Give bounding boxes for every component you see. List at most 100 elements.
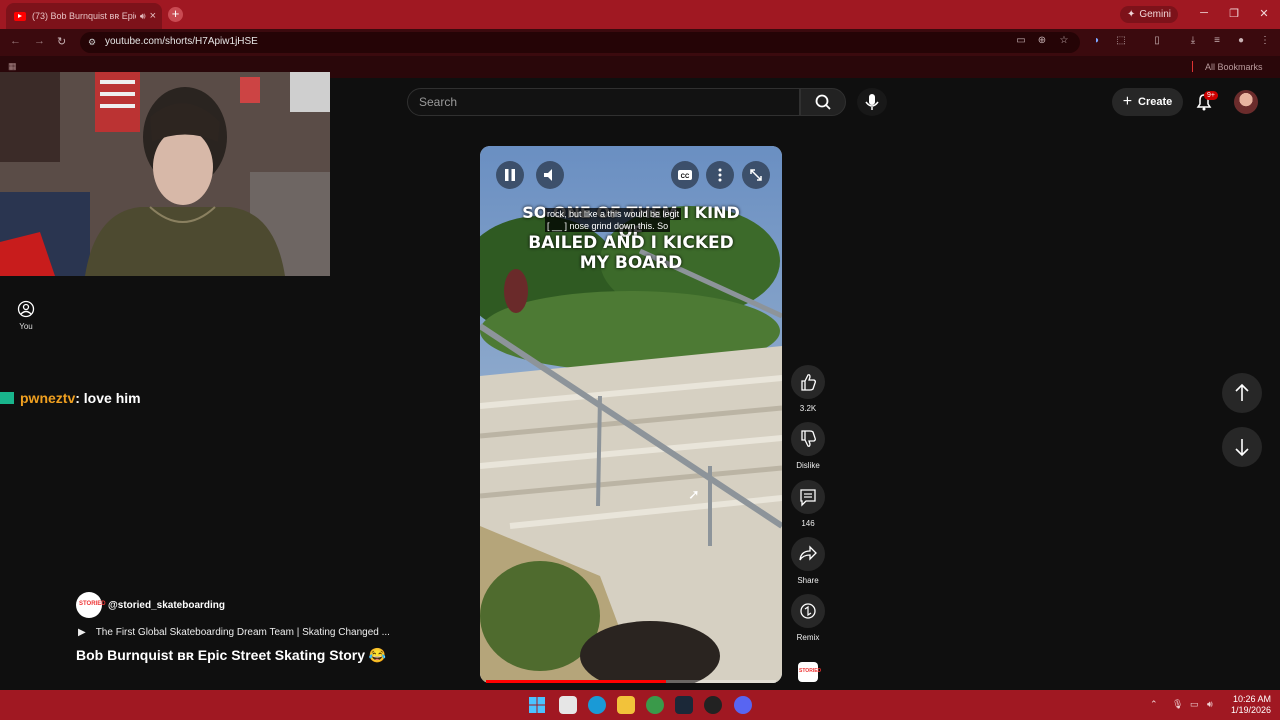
remix-label: Remix — [796, 633, 820, 642]
more-options-button[interactable] — [706, 161, 734, 189]
channel-thumbnail[interactable]: STORIED — [798, 662, 822, 682]
playlist-link[interactable]: ▶ The First Global Skateboarding Dream T… — [78, 627, 390, 638]
volume-icon — [544, 169, 552, 181]
folder-icon[interactable] — [617, 696, 635, 714]
like-button[interactable] — [791, 365, 825, 399]
gemini-icon: ✦ — [1126, 9, 1136, 20]
progress-bar-fill — [486, 680, 666, 683]
gemini-button[interactable]: ✦ Gemini — [1120, 6, 1178, 23]
minimize-icon[interactable]: ─ — [1196, 7, 1212, 19]
previous-short-button[interactable] — [1222, 373, 1262, 413]
create-button[interactable]: + Create — [1112, 88, 1183, 116]
arrow-down-icon — [1235, 439, 1249, 457]
sidepanel-icon[interactable]: ▯ — [1150, 35, 1164, 46]
account-avatar[interactable] — [1234, 90, 1258, 114]
tab-close-icon[interactable]: × — [150, 10, 156, 22]
chrome-icon[interactable] — [646, 696, 664, 714]
back-icon[interactable]: ← — [10, 35, 21, 47]
closed-caption-line1: rock, but like a this would be legit — [545, 208, 682, 220]
you-nav-item[interactable] — [17, 300, 35, 318]
windows-logo — [529, 697, 545, 713]
zoom-icon[interactable]: ⊕ — [1035, 35, 1049, 46]
comment-icon — [800, 489, 816, 507]
forward-icon[interactable]: → — [34, 35, 45, 47]
comment-count: 146 — [801, 519, 815, 528]
site-info-icon[interactable]: ⚙ — [88, 37, 96, 48]
webcam-overlay — [0, 72, 330, 276]
closed-caption-line2: [ __ ] nose grind down this. So — [545, 220, 671, 232]
dislike-button[interactable] — [791, 422, 825, 456]
clock-time: 10:26 AM — [1232, 694, 1271, 704]
volume-button[interactable] — [536, 161, 564, 189]
taskbar-clock[interactable]: 10:26 AM 1/19/2026 — [1225, 694, 1271, 716]
mic-tray-icon[interactable]: 🎙︎ — [1172, 699, 1183, 710]
search-placeholder: Search — [419, 95, 458, 109]
windows-taskbar — [0, 690, 1280, 720]
next-short-button[interactable] — [1222, 427, 1262, 467]
notification-badge: 9+ — [1204, 91, 1218, 100]
file-icon[interactable] — [559, 696, 577, 714]
thumbs-up-icon — [801, 374, 816, 391]
burned-caption-line2: BAILED AND I KICKED MY BOARD — [528, 233, 734, 273]
close-window-icon[interactable]: ✕ — [1256, 7, 1272, 20]
download-icon[interactable]: ⤓ — [1186, 35, 1200, 46]
pause-button[interactable] — [496, 161, 524, 189]
voice-search-button[interactable] — [857, 88, 887, 116]
profile-icon[interactable]: ● — [1234, 35, 1248, 46]
create-label: Create — [1138, 96, 1173, 108]
expand-icon — [750, 169, 762, 181]
chat-message: pwneztv : love him — [0, 390, 141, 406]
mouse-cursor-icon: ➚ — [688, 486, 700, 502]
bookmark-star-icon[interactable]: ☆ — [1057, 35, 1071, 46]
webcam-image — [0, 72, 330, 276]
restore-icon[interactable]: ❐ — [1226, 7, 1242, 20]
start-icon[interactable] — [528, 696, 546, 714]
browser-titlebar — [0, 0, 1280, 29]
obs-icon[interactable] — [704, 696, 722, 714]
like-count: 3.2K — [799, 404, 817, 413]
share-label: Share — [797, 576, 819, 585]
volume-tray-icon[interactable]: 🔊︎ — [1207, 699, 1213, 710]
search-button[interactable] — [800, 88, 846, 116]
chat-username: pwneztv — [20, 390, 76, 406]
account-circle-icon — [17, 300, 35, 318]
url-text[interactable]: youtube.com/shorts/H7Apiw1jHSE — [105, 36, 258, 47]
channel-handle[interactable]: @storied_skateboarding — [108, 600, 225, 611]
clock-date: 1/19/2026 — [1230, 705, 1271, 715]
all-bookmarks-link[interactable]: All Bookmarks — [1205, 62, 1263, 72]
steam-icon[interactable] — [675, 696, 693, 714]
thumbs-down-icon — [801, 430, 816, 447]
search-icon — [815, 94, 831, 110]
remix-button[interactable] — [791, 594, 825, 628]
media-icon[interactable]: ≡ — [1210, 35, 1224, 46]
play-icon: ▶ — [78, 627, 86, 638]
puzzle-icon[interactable]: ⬚ — [1114, 35, 1128, 46]
mic-icon — [865, 94, 879, 110]
fullscreen-button[interactable] — [742, 161, 770, 189]
search-input[interactable] — [407, 88, 800, 116]
discord-icon[interactable] — [734, 696, 752, 714]
comments-button[interactable] — [791, 480, 825, 514]
dislike-label: Dislike — [796, 461, 820, 470]
reload-icon[interactable]: ↻ — [57, 35, 66, 48]
more-vert-icon — [718, 168, 722, 182]
browser-tab[interactable]: (73) Bob Burnquist ʙʀ Epic 🔊︎ × — [6, 3, 162, 29]
new-tab-button[interactable]: + — [168, 7, 183, 22]
channel-avatar[interactable]: STORIED — [76, 592, 106, 618]
chat-text: : love him — [75, 390, 141, 406]
captions-button[interactable]: CC — [671, 161, 699, 189]
youtube-favicon-icon — [14, 11, 26, 21]
share-button[interactable] — [791, 537, 825, 571]
apps-grid-icon[interactable]: ▦ — [8, 61, 17, 72]
extension-icon[interactable]: ◗ — [1090, 35, 1104, 46]
plus-icon: + — [1122, 93, 1133, 110]
network-icon[interactable]: ▭ — [1190, 699, 1199, 710]
cast-icon[interactable]: ▭ — [1014, 35, 1028, 46]
storied-logo-text: STORIED — [799, 668, 822, 674]
tab-audio-icon[interactable]: 🔊︎ — [140, 11, 146, 22]
tab-title: (73) Bob Burnquist ʙʀ Epic — [32, 11, 136, 21]
edge-icon[interactable] — [588, 696, 606, 714]
you-label: You — [19, 322, 33, 331]
menu-icon[interactable]: ⋮ — [1258, 35, 1272, 46]
tray-expand-icon[interactable]: ⌃ — [1150, 699, 1158, 710]
